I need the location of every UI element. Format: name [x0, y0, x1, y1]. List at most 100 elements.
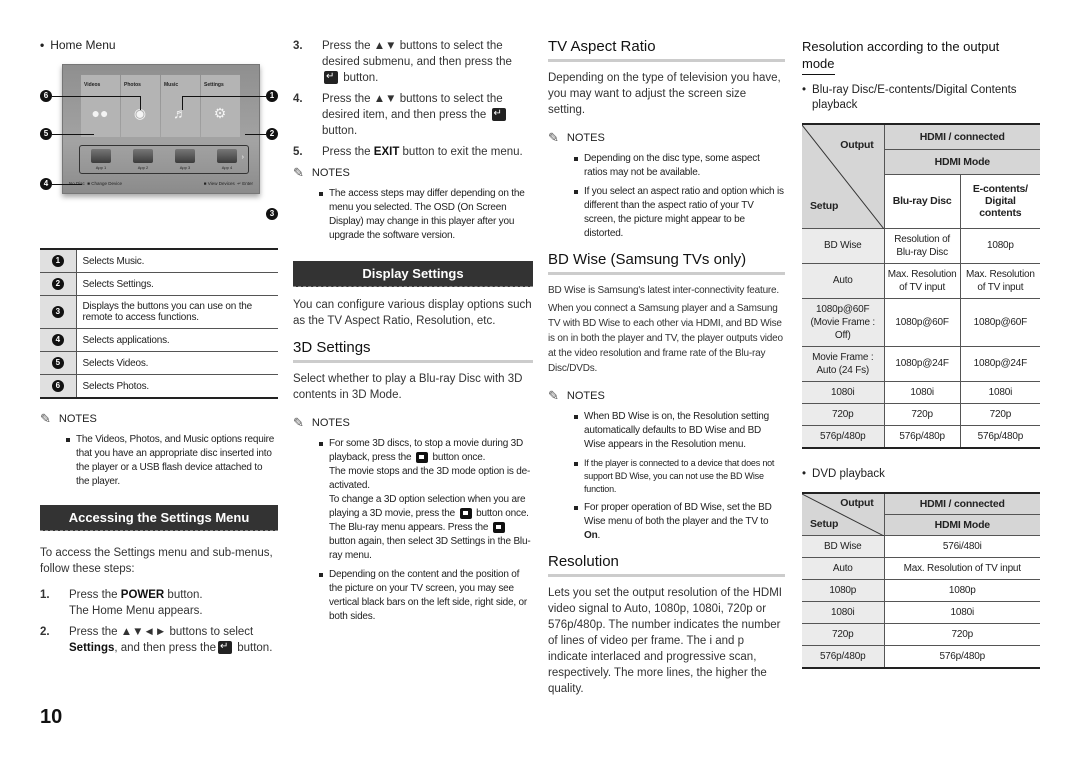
- table-row: Auto Max. Resolution of TV input Max. Reso…: [802, 263, 1040, 299]
- output-cell: 720p: [883, 403, 961, 426]
- app-tile: App 2: [133, 149, 153, 170]
- bluray-resolution-table: Output Setup HDMI / connected HDMI Mode …: [802, 123, 1040, 449]
- notes-list: The Videos, Photos, and Music options re…: [66, 433, 278, 489]
- table-row: BD Wise Resolution of Blu-ray Disc 1080p: [802, 228, 1040, 264]
- notes-list: For some 3D discs, to stop a movie durin…: [319, 437, 533, 624]
- steps-list: 1. Press the POWER button. The Home Menu …: [40, 587, 278, 656]
- callout-desc: Selects applications.: [76, 328, 278, 352]
- pencil-icon: ✎: [293, 415, 304, 430]
- accessing-intro: To access the Settings menu and sub-menu…: [40, 547, 273, 575]
- callout-badge: 5: [51, 357, 64, 369]
- note-item: Depending on the disc type, some aspect …: [574, 152, 785, 180]
- callout-badge: 2: [51, 278, 64, 290]
- home-menu-screen: Videos ●● Photos ◉ Music ♬ Settings ⚙ Ap…: [62, 64, 260, 194]
- callout-line: [52, 184, 82, 185]
- music-disc-icon: ♬: [173, 105, 187, 121]
- home-menu-label: Home Menu: [50, 38, 116, 52]
- callout-line: [245, 134, 266, 135]
- step-number: 5.: [293, 146, 303, 158]
- output-cell: Max. Resolution of TV input: [883, 557, 1040, 580]
- notes-list: Depending on the disc type, some aspect …: [574, 152, 785, 241]
- callout-6: 6: [40, 90, 52, 102]
- home-menu-tiles: Videos ●● Photos ◉ Music ♬ Settings ⚙: [81, 75, 240, 137]
- step-number: 1.: [40, 589, 50, 601]
- table-row: Auto Max. Resolution of TV input: [802, 557, 1040, 580]
- output-cell: 576p/480p: [883, 645, 1040, 668]
- setup-cell: 1080p@60F (Movie Frame : Off): [802, 298, 884, 347]
- setup-cell: 576p/480p: [802, 645, 884, 668]
- table-row: 2 Selects Settings.: [40, 272, 278, 296]
- bd-wise-para-2: When you connect a Samsung player and a …: [548, 303, 783, 374]
- resolution-description: Lets you set the output resolution of th…: [548, 587, 782, 695]
- step-text: button.: [234, 642, 273, 654]
- table-row: 720p 720p: [802, 623, 1040, 646]
- notes-label: NOTES: [311, 417, 350, 429]
- table-row: 3 Displays the buttons you can use on the…: [40, 295, 278, 329]
- notes-label: NOTES: [566, 390, 605, 402]
- note-item: The access steps may differ depending on…: [319, 187, 533, 243]
- callout-badge: 1: [51, 255, 64, 267]
- exit-keyword: EXIT: [373, 146, 400, 158]
- notes-heading: ✎ NOTES: [40, 411, 278, 427]
- setup-cell: Auto: [802, 263, 884, 299]
- callout-3: 3: [266, 208, 278, 220]
- step-item: 4. Press the ▲▼ buttons to select the des…: [293, 91, 533, 139]
- step-text: button to exit the menu.: [399, 146, 523, 158]
- table-row: 1 Selects Music.: [40, 249, 278, 273]
- setup-cell: Auto: [802, 557, 884, 580]
- table-row: 1080i 1080i 1080i: [802, 381, 1040, 404]
- apps-row: App 1 App 2 App 3 App 4 ›: [79, 145, 249, 174]
- callout-line: [52, 134, 94, 135]
- output-label: Output: [840, 139, 874, 151]
- callout-badge: 4: [51, 334, 64, 346]
- hdmi-connected-header: HDMI / connected: [883, 124, 1040, 151]
- notes-heading: ✎ NOTES: [548, 130, 785, 146]
- callout-desc: Selects Music.: [76, 249, 278, 273]
- output-cell: Max. Resolution of TV input: [883, 263, 961, 299]
- econtents-header: E-contents/ Digital contents: [959, 174, 1040, 229]
- table-row: BD Wise 576i/480i: [802, 535, 1040, 558]
- step-text: button.: [322, 125, 358, 137]
- power-keyword: POWER: [120, 589, 165, 601]
- setup-cell: 576p/480p: [802, 425, 884, 448]
- pencil-icon: ✎: [548, 388, 559, 403]
- output-cell: 1080p@60F: [883, 298, 961, 347]
- corner-header: Output Setup: [802, 124, 884, 229]
- step-text: button.: [340, 72, 379, 84]
- section-header-accessing-settings: Accessing the Settings Menu: [40, 505, 278, 531]
- notes-label: NOTES: [566, 132, 605, 144]
- tile-music: Music ♬: [161, 75, 200, 137]
- aspect-intro: Depending on the type of television you …: [548, 72, 781, 116]
- home-menu-footer: No Disc ■ Change Device ■ View Devices ↵…: [69, 181, 253, 187]
- output-cell: 576p/480p: [883, 425, 961, 448]
- notes-label: NOTES: [311, 167, 350, 179]
- table-header-row: Output Setup HDMI / connected: [802, 492, 1040, 536]
- callout-1: 1: [266, 90, 278, 102]
- callout-desc: Selects Videos.: [76, 351, 278, 375]
- hdmi-mode-header: HDMI Mode: [883, 514, 1040, 536]
- tile-label: Music: [164, 82, 179, 88]
- bd-wise-para-1: BD Wise is Samsung's latest inter-connec…: [548, 285, 780, 296]
- table-header-row: Output Setup HDMI / connected: [802, 124, 1040, 229]
- stop-button-icon: [492, 521, 505, 533]
- app-label: App 3: [179, 165, 191, 170]
- callout-2: 2: [266, 128, 278, 140]
- stop-button-icon: [459, 507, 472, 519]
- notes-heading: ✎ NOTES: [293, 165, 533, 181]
- app-tile: App 1: [91, 149, 111, 170]
- output-cell: 1080p@60F: [959, 298, 1040, 347]
- output-cell: 1080p@24F: [883, 346, 961, 382]
- setup-cell: 1080i: [802, 381, 884, 404]
- app-tile: App 3: [175, 149, 195, 170]
- table-row: 720p 720p 720p: [802, 403, 1040, 426]
- enter-button-icon: [491, 106, 506, 122]
- output-cell: 1080i: [959, 381, 1040, 404]
- output-cell: 576p/480p: [959, 425, 1040, 448]
- step-item: 1. Press the POWER button. The Home Menu …: [40, 587, 278, 619]
- callout-badge: 6: [51, 380, 64, 392]
- step-item: 2. Press the ▲▼◄► buttons to select Sett…: [40, 624, 278, 656]
- output-cell: Resolution of Blu-ray Disc: [883, 228, 961, 264]
- output-cell: 1080p: [883, 579, 1040, 602]
- output-cell: 1080p@24F: [959, 346, 1040, 382]
- note-text: button once.: [429, 452, 486, 463]
